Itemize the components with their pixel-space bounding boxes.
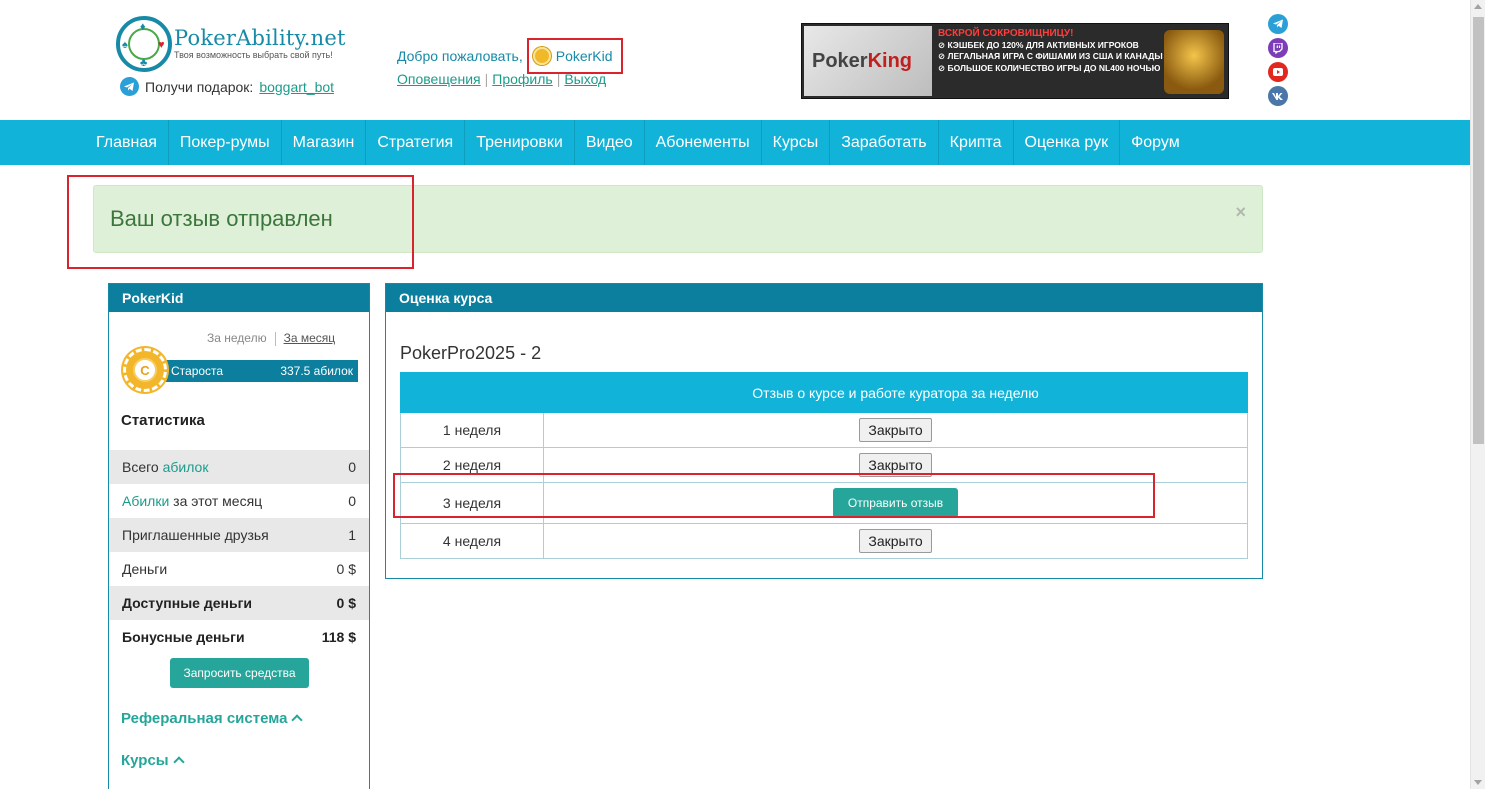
course-rating-panel: Оценка курса PokerPro2025 - 2 Отзыв о ку… [385, 283, 1263, 579]
logo-text: PokerAbility.net [174, 26, 346, 50]
panel-title: Оценка курса [386, 284, 1262, 312]
scroll-down-icon[interactable] [1474, 780, 1482, 785]
nav-poker-rooms[interactable]: Покер-румы [169, 120, 282, 165]
coin-icon [532, 47, 551, 65]
course-title: PokerPro2025 - 2 [400, 343, 542, 363]
stat-value: 0 $ [336, 561, 356, 577]
abilki-month-link[interactable]: Абилки [122, 493, 169, 509]
table-row: 1 неделя Закрыто [400, 412, 1248, 448]
gift-label: Получи подарок: [145, 78, 254, 95]
stat-row-total-abilki: Всего абилок 0 [109, 450, 369, 484]
stat-value: 0 [348, 459, 356, 475]
nav-hand-review[interactable]: Оценка рук [1014, 120, 1121, 165]
period-switch: За неделю За месяц [207, 331, 335, 346]
social-links [1268, 14, 1288, 110]
sidebar-title: PokerKid [109, 284, 369, 312]
nav-crypto[interactable]: Крипта [939, 120, 1014, 165]
week-label: 1 неделя [400, 412, 544, 448]
send-review-button[interactable]: Отправить отзыв [833, 488, 958, 518]
site-logo[interactable]: ♦ ♠ ♥ ♣ PokerAbility.net Твоя возможност… [116, 16, 356, 74]
nav-forum[interactable]: Форум [1120, 120, 1191, 165]
table-row: 4 неделя Закрыто [400, 523, 1248, 559]
twitch-icon[interactable] [1268, 38, 1288, 58]
rank-coin-icon: C [123, 348, 167, 392]
courses-section-toggle[interactable]: Курсы [121, 752, 185, 769]
rank-name: Староста [171, 364, 224, 378]
user-profile-link[interactable]: PokerKid [526, 38, 623, 74]
request-funds-button[interactable]: Запросить средства [170, 658, 309, 688]
youtube-icon[interactable] [1268, 62, 1288, 82]
scroll-thumb[interactable] [1473, 17, 1484, 444]
stat-row-available-money: Доступные деньги 0 $ [109, 586, 369, 620]
nav-earn[interactable]: Заработать [830, 120, 939, 165]
main-nav: Главная Покер-румы Магазин Стратегия Тре… [0, 120, 1470, 165]
site-header: ♦ ♠ ♥ ♣ PokerAbility.net Твоя возможност… [0, 0, 1470, 120]
telegram-icon [120, 77, 139, 96]
stat-row-invited-friends: Приглашенные друзья 1 [109, 518, 369, 552]
closed-button[interactable]: Закрыто [859, 418, 932, 442]
gift-promo: Получи подарок: boggart_bot [120, 77, 334, 96]
week-label: 4 неделя [400, 523, 544, 559]
table-header-row: Отзыв о курсе и работе куратора за недел… [400, 372, 1248, 413]
abilki-link[interactable]: абилок [163, 459, 209, 475]
period-week[interactable]: За неделю [207, 331, 267, 345]
nav-courses[interactable]: Курсы [762, 120, 831, 165]
username: PokerKid [555, 48, 613, 64]
welcome-text: Добро пожаловать, [397, 48, 523, 64]
logo-tagline: Твоя возможность выбрать свой путь! [174, 50, 333, 60]
review-column-header: Отзыв о курсе и работе куратора за недел… [543, 372, 1248, 413]
nav-shop[interactable]: Магазин [282, 120, 367, 165]
vk-icon[interactable] [1268, 86, 1288, 106]
stats-list: Всего абилок 0 Абилки за этот месяц 0 Пр… [109, 450, 369, 654]
logo-emblem-icon: ♦ ♠ ♥ ♣ [116, 16, 172, 72]
telegram-icon[interactable] [1268, 14, 1288, 34]
nav-strategy[interactable]: Стратегия [366, 120, 466, 165]
weekly-review-table: Отзыв о курсе и работе куратора за недел… [400, 372, 1248, 559]
notifications-link[interactable]: Оповещения [397, 71, 481, 87]
stat-value: 118 $ [321, 629, 356, 645]
page-scrollbar[interactable] [1470, 0, 1485, 789]
closed-button[interactable]: Закрыто [859, 529, 932, 553]
nav-trainings[interactable]: Тренировки [465, 120, 575, 165]
account-links: Оповещения | Профиль | Выход [397, 71, 607, 87]
week-label: 2 неделя [400, 447, 544, 483]
table-row: 2 неделя Закрыто [400, 447, 1248, 483]
nav-home[interactable]: Главная [85, 120, 169, 165]
gift-bot-link[interactable]: boggart_bot [259, 79, 334, 95]
success-alert: Ваш отзыв отправлен × [93, 185, 1263, 253]
profile-link[interactable]: Профиль [492, 71, 552, 87]
referral-section-toggle[interactable]: Реферальная система [121, 710, 304, 727]
period-month[interactable]: За месяц [284, 331, 336, 345]
scroll-up-icon[interactable] [1474, 4, 1482, 9]
rank-value: 337.5 абилок [280, 364, 353, 378]
table-row: 3 неделя Отправить отзыв [400, 482, 1248, 524]
welcome-block: Добро пожаловать, PokerKid [397, 38, 623, 74]
closed-button[interactable]: Закрыто [859, 453, 932, 477]
treasure-chest-icon [1164, 30, 1224, 94]
user-sidebar: PokerKid За неделю За месяц Староста 337.… [108, 283, 370, 789]
stats-title: Статистика [121, 412, 205, 429]
chevron-up-icon [291, 714, 304, 726]
banner-brand: PokerKing [812, 50, 913, 72]
close-icon[interactable]: × [1235, 202, 1246, 223]
stat-row-money: Деньги 0 $ [122, 561, 356, 577]
chevron-up-icon [172, 756, 185, 768]
week-column-header [400, 372, 544, 413]
nav-subscriptions[interactable]: Абонементы [645, 120, 762, 165]
pokerking-ad-banner[interactable]: PokerKing ВСКРОЙ СОКРОВИЩНИЦУ! ⊘ КЭШБЕК … [801, 23, 1229, 99]
banner-text: ВСКРОЙ СОКРОВИЩНИЦУ! ⊘ КЭШБЕК ДО 120% ДЛ… [938, 28, 1163, 73]
week-label: 3 неделя [400, 482, 544, 524]
stat-row-bonus-money: Бонусные деньги 118 $ [122, 629, 356, 645]
stat-value: 0 $ [336, 595, 356, 611]
stat-value: 1 [348, 527, 356, 543]
nav-video[interactable]: Видео [575, 120, 645, 165]
rank-bar: Староста 337.5 абилок [165, 360, 358, 382]
stat-row-month-abilki: Абилки за этот месяц 0 [122, 493, 356, 509]
stat-value: 0 [348, 493, 356, 509]
alert-message: Ваш отзыв отправлен [110, 206, 333, 231]
logout-link[interactable]: Выход [564, 71, 606, 87]
